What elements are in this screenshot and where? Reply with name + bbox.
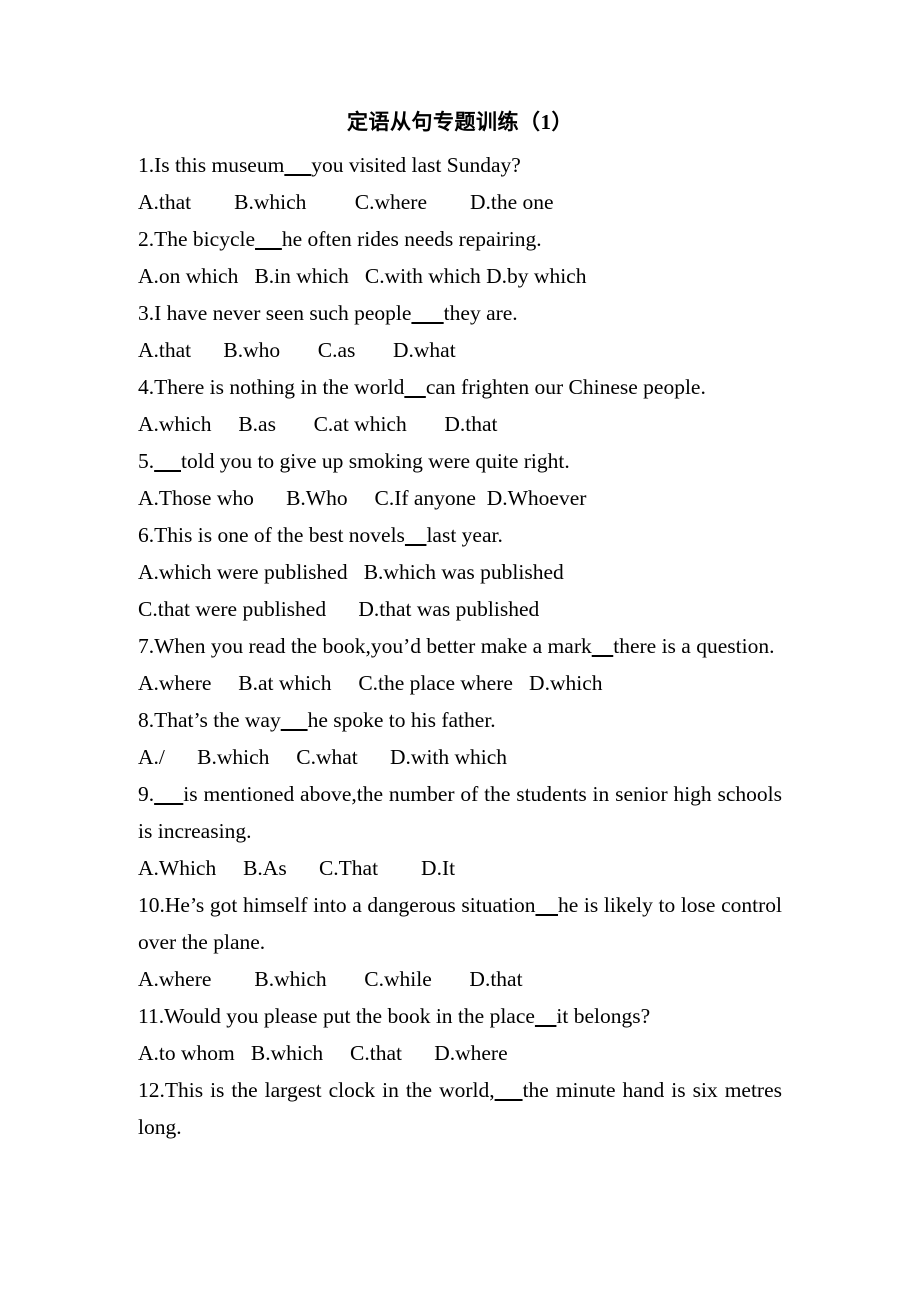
- answer-options: A.which B.as C.at which D.that: [138, 412, 498, 436]
- question-text: 6.This is one of the best novels last ye…: [138, 523, 503, 547]
- answer-blank: [411, 301, 443, 325]
- answer-blank: [284, 153, 311, 177]
- answer-blank: [592, 634, 614, 658]
- document-page: 定语从句专题训练（1） 1.Is this museum you visited…: [0, 0, 920, 1302]
- answer-options: A.Those who B.Who C.If anyone D.Whoever: [138, 486, 587, 510]
- question-text: 9. is mentioned above,the number of the …: [138, 782, 783, 843]
- answer-options: A.which were published B.which was publi…: [138, 560, 564, 584]
- question-text: 10.He’s got himself into a dangerous sit…: [138, 893, 782, 954]
- answer-blank: [495, 1078, 523, 1102]
- answer-blank: [255, 227, 282, 251]
- answer-options: A.that B.who C.as D.what: [138, 338, 456, 362]
- question-text: 12.This is the largest clock in the worl…: [138, 1078, 783, 1139]
- question-text: 5. told you to give up smoking were quit…: [138, 449, 570, 473]
- document-body: 定语从句专题训练（1） 1.Is this museum you visited…: [138, 104, 782, 1146]
- answer-blank: [154, 782, 183, 806]
- question-text: 2.The bicycle he often rides needs repai…: [138, 227, 542, 251]
- answer-options: A./ B.which C.what D.with which: [138, 745, 508, 769]
- answer-blank: [535, 1004, 557, 1028]
- answer-options: A.on which B.in which C.with which D.by …: [138, 264, 587, 288]
- answer-options: A.to whom B.which C.that D.where: [138, 1041, 508, 1065]
- answer-blank: [405, 523, 427, 547]
- answer-blank: [404, 375, 426, 399]
- answer-options: A.that B.which C.where D.the one: [138, 190, 554, 214]
- question-text: 4.There is nothing in the world can frig…: [138, 375, 706, 399]
- answer-blank: [154, 449, 181, 473]
- question-text: 11.Would you please put the book in the …: [138, 1004, 651, 1028]
- question-text: 1.Is this museum you visited last Sunday…: [138, 153, 521, 177]
- question-text: 7.When you read the book,you’d better ma…: [138, 634, 775, 658]
- answer-blank: [281, 708, 308, 732]
- answer-options: C.that were published D.that was publish…: [138, 597, 540, 621]
- page-title: 定语从句专题训练（1）: [347, 110, 573, 134]
- answer-options: A.Which B.As C.That D.It: [138, 856, 456, 880]
- question-text: 8.That’s the way he spoke to his father.: [138, 708, 496, 732]
- answer-options: A.where B.at which C.the place where D.w…: [138, 671, 603, 695]
- answer-blank: [535, 893, 558, 917]
- question-text: 3.I have never seen such people they are…: [138, 301, 518, 325]
- answer-options: A.where B.which C.while D.that: [138, 967, 523, 991]
